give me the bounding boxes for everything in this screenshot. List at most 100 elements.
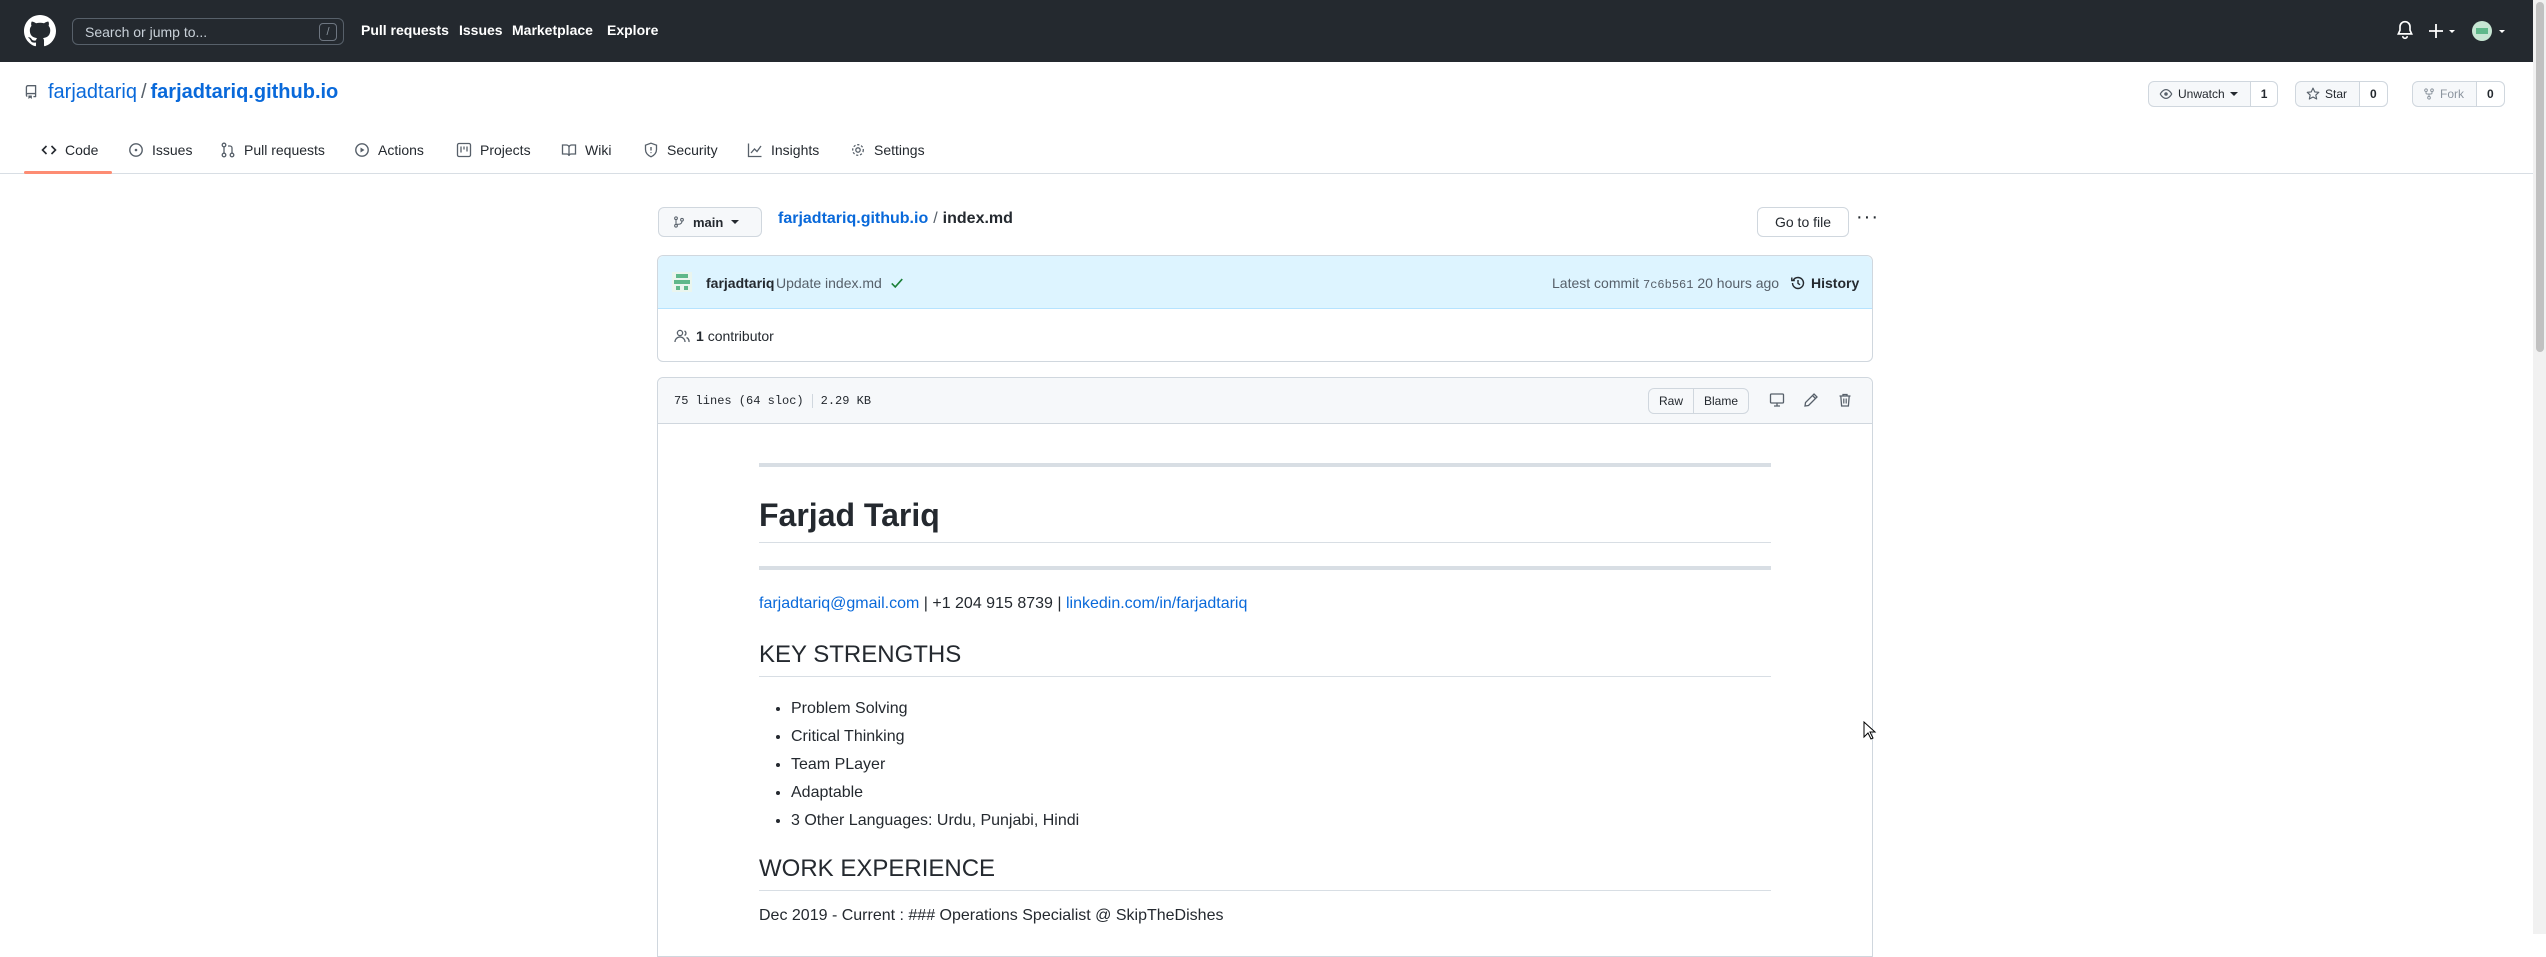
list-item: Team PLayer [791,751,1079,779]
play-circle-icon [355,143,369,157]
gear-icon [852,144,864,156]
raw-blame-group: Raw Blame [1648,388,1750,414]
email-link[interactable]: farjadtariq@gmail.com [759,595,919,612]
scrollbar-thumb[interactable] [2536,2,2544,352]
nav-pull-requests[interactable]: Pull requests [361,22,449,38]
star-button[interactable]: Star [2296,82,2361,106]
history-icon [1791,276,1805,290]
go-to-file-button[interactable]: Go to file [1757,207,1849,237]
tab-actions-label: Actions [378,142,424,158]
tab-selected-underline [24,171,112,174]
pencil-icon[interactable] [1803,392,1819,408]
phone-text: | +1 204 915 8739 | [919,595,1066,612]
tab-wiki-label: Wiki [585,142,612,158]
heading-rule [759,676,1771,677]
horizontal-rule [759,463,1771,467]
history-link[interactable]: History [1790,275,1859,291]
more-options-button[interactable]: ··· [1856,206,1879,229]
tab-security[interactable]: Security [643,126,718,174]
branch-name: main [693,214,724,230]
fork-button[interactable]: Fork [2413,82,2477,106]
plus-icon[interactable] [2428,22,2458,40]
desktop-icon[interactable] [1768,392,1786,408]
nav-issues[interactable]: Issues [459,22,503,38]
star-count[interactable]: 0 [2360,82,2387,106]
bell-icon[interactable] [2396,20,2414,40]
unwatch-label: Unwatch [2178,87,2225,101]
check-icon[interactable] [890,276,904,290]
history-label: History [1811,275,1860,291]
unwatch-button[interactable]: Unwatch [2149,82,2251,106]
latest-commit-info: Latest commit 7c6b561 20 hours ago [1552,275,1779,292]
file-size: 2.29 KB [820,394,872,409]
author-avatar[interactable] [672,272,692,292]
file-header: 75 lines (64 sloc) 2.29 KB Raw Blame [658,378,1872,424]
resume-title: Farjad Tariq [759,497,940,533]
repo-owner-link[interactable]: farjadtariq [48,81,137,103]
mouse-cursor-icon [1863,721,1877,740]
git-branch-icon [674,216,684,228]
fork-label: Fork [2440,87,2464,101]
tab-insights[interactable]: Insights [747,126,819,174]
watch-button-group: Unwatch 1 [2148,81,2279,107]
breadcrumb-separator: / [933,210,938,227]
fork-count[interactable]: 0 [2477,82,2504,106]
tab-code[interactable]: Code [41,126,98,174]
horizontal-rule [759,566,1771,570]
list-item: Problem Solving [791,695,1079,723]
blame-button[interactable]: Blame [1693,389,1748,413]
commit-message-link[interactable]: Update index.md [776,275,882,291]
search-input[interactable]: Search or jump to... / [72,18,344,45]
list-item: Critical Thinking [791,723,1079,751]
shield-icon [644,142,658,158]
commit-sha-link[interactable]: 7c6b561 [1643,278,1693,292]
search-shortcut-key: / [319,23,337,41]
contact-line: farjadtariq@gmail.com | +1 204 915 8739 … [759,595,1247,613]
nav-marketplace[interactable]: Marketplace [512,22,593,38]
github-logo-icon[interactable] [24,15,56,47]
avatar-icon[interactable] [2472,20,2508,42]
tab-projects[interactable]: Projects [456,126,531,174]
trash-icon[interactable] [1837,392,1853,408]
raw-button[interactable]: Raw [1649,389,1693,413]
branch-select-button[interactable]: main [658,207,762,237]
strengths-list: Problem Solving Critical Thinking Team P… [791,695,1079,835]
work-experience-heading: WORK EXPERIENCE [759,855,996,882]
file-info: 75 lines (64 sloc) 2.29 KB [674,394,871,408]
tab-settings[interactable]: Settings [850,126,925,174]
commit-author-link[interactable]: farjadtariq [706,275,774,291]
breadcrumb-repo-link[interactable]: farjadtariq.github.io [778,210,928,227]
tab-code-label: Code [65,142,99,158]
latest-commit-box: farjadtariq Update index.md Latest commi… [657,255,1873,362]
eye-icon [2159,89,2173,99]
contributors-count: 1 [696,328,704,344]
issue-icon [129,143,143,157]
contributors-row[interactable]: 1 contributor [674,328,774,344]
tab-issues[interactable]: Issues [128,126,192,174]
markdown-body: Farjad Tariq farjadtariq@gmail.com | +1 … [759,463,1771,924]
watch-count[interactable]: 1 [2250,82,2278,106]
commit-row: farjadtariq Update index.md Latest commi… [658,256,1872,309]
book-icon [561,144,577,157]
tab-projects-label: Projects [480,142,531,158]
search-placeholder: Search or jump to... [85,24,208,40]
list-item: Adaptable [791,779,1079,807]
tab-pull-requests[interactable]: Pull requests [220,126,325,174]
star-icon [2306,87,2320,100]
code-icon [41,145,57,155]
fork-icon [2424,88,2434,100]
heading-rule [759,542,1771,543]
repo-name-link[interactable]: farjadtariq.github.io [151,81,339,103]
file-line-count: 75 lines (64 sloc) [674,394,804,409]
tab-settings-label: Settings [874,142,925,158]
tab-actions[interactable]: Actions [354,126,424,174]
latest-commit-label: Latest commit [1552,275,1640,291]
chevron-down-icon [2229,92,2238,96]
nav-explore[interactable]: Explore [607,22,658,38]
chevron-down-icon [731,220,740,224]
tab-wiki[interactable]: Wiki [561,126,611,174]
repo-title: farjadtariq / farjadtariq.github.io [48,81,338,104]
star-label: Star [2325,87,2348,101]
project-board-icon [456,142,472,158]
linkedin-link[interactable]: linkedin.com/in/farjadtariq [1066,595,1247,612]
